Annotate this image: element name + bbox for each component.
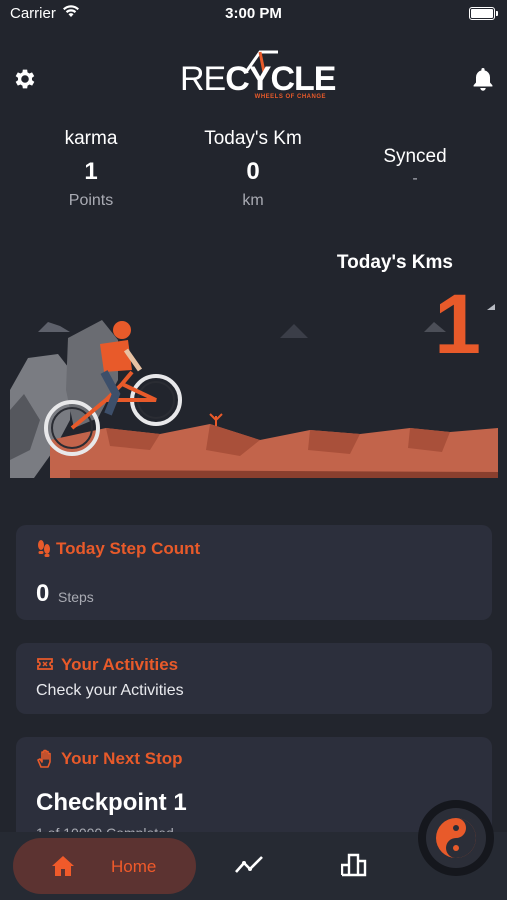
- activities-subtitle: Check your Activities: [36, 682, 184, 699]
- clock: 3:00 PM: [225, 5, 282, 22]
- stat-value: 1: [84, 158, 98, 185]
- app-logo: RECYCLE WHEELS OF CHANGE: [180, 48, 336, 108]
- next-stop-title: Your Next Stop: [61, 749, 183, 768]
- activities-card[interactable]: Your Activities Check your Activities: [16, 643, 492, 714]
- ticket-icon: [37, 658, 53, 670]
- stats-row: karma 1 Points Today's Km 0 km Synced -: [0, 128, 507, 228]
- today-kms-label: Today's Kms: [336, 252, 453, 273]
- logo-re: RE: [180, 60, 226, 98]
- bell-icon[interactable]: [471, 66, 495, 92]
- synced-stat: Synced -: [335, 146, 495, 188]
- stat-title: karma: [64, 128, 118, 149]
- today-km-stat: Today's Km 0 km: [173, 128, 333, 210]
- nav-home-button[interactable]: Home: [13, 838, 196, 894]
- podium-icon[interactable]: [341, 853, 367, 877]
- logo-cycle: CYCLE: [225, 60, 336, 98]
- stat-unit: Points: [68, 192, 114, 209]
- cyclist-illustration: [10, 320, 498, 478]
- trend-icon[interactable]: [234, 855, 264, 875]
- logo-tagline: WHEELS OF CHANGE: [254, 94, 326, 100]
- stat-title: Synced: [383, 146, 447, 167]
- yin-yang-icon: [436, 818, 476, 858]
- karma-fab-button[interactable]: [426, 808, 486, 868]
- step-count-card[interactable]: Today Step Count 0 Steps: [16, 525, 492, 620]
- stat-value: 0: [246, 158, 260, 185]
- stat-title: Today's Km: [204, 128, 302, 149]
- home-icon: [52, 856, 74, 876]
- battery-icon: [469, 7, 498, 20]
- activities-title: Your Activities: [61, 655, 179, 674]
- step-count-value: 0: [36, 580, 50, 607]
- nav-home-label: Home: [111, 857, 157, 876]
- stat-unit: km: [242, 192, 264, 209]
- step-count-title: Today Step Count: [56, 539, 201, 558]
- checkpoint-title: Checkpoint 1: [36, 789, 187, 816]
- status-bar: Carrier 3:00 PM: [0, 0, 507, 28]
- footprints-icon: [38, 540, 50, 557]
- gear-icon[interactable]: [12, 66, 38, 92]
- hand-icon: [37, 749, 51, 768]
- karma-stat: karma 1 Points: [11, 128, 171, 210]
- stat-value: -: [412, 170, 418, 187]
- step-count-unit: Steps: [58, 589, 94, 605]
